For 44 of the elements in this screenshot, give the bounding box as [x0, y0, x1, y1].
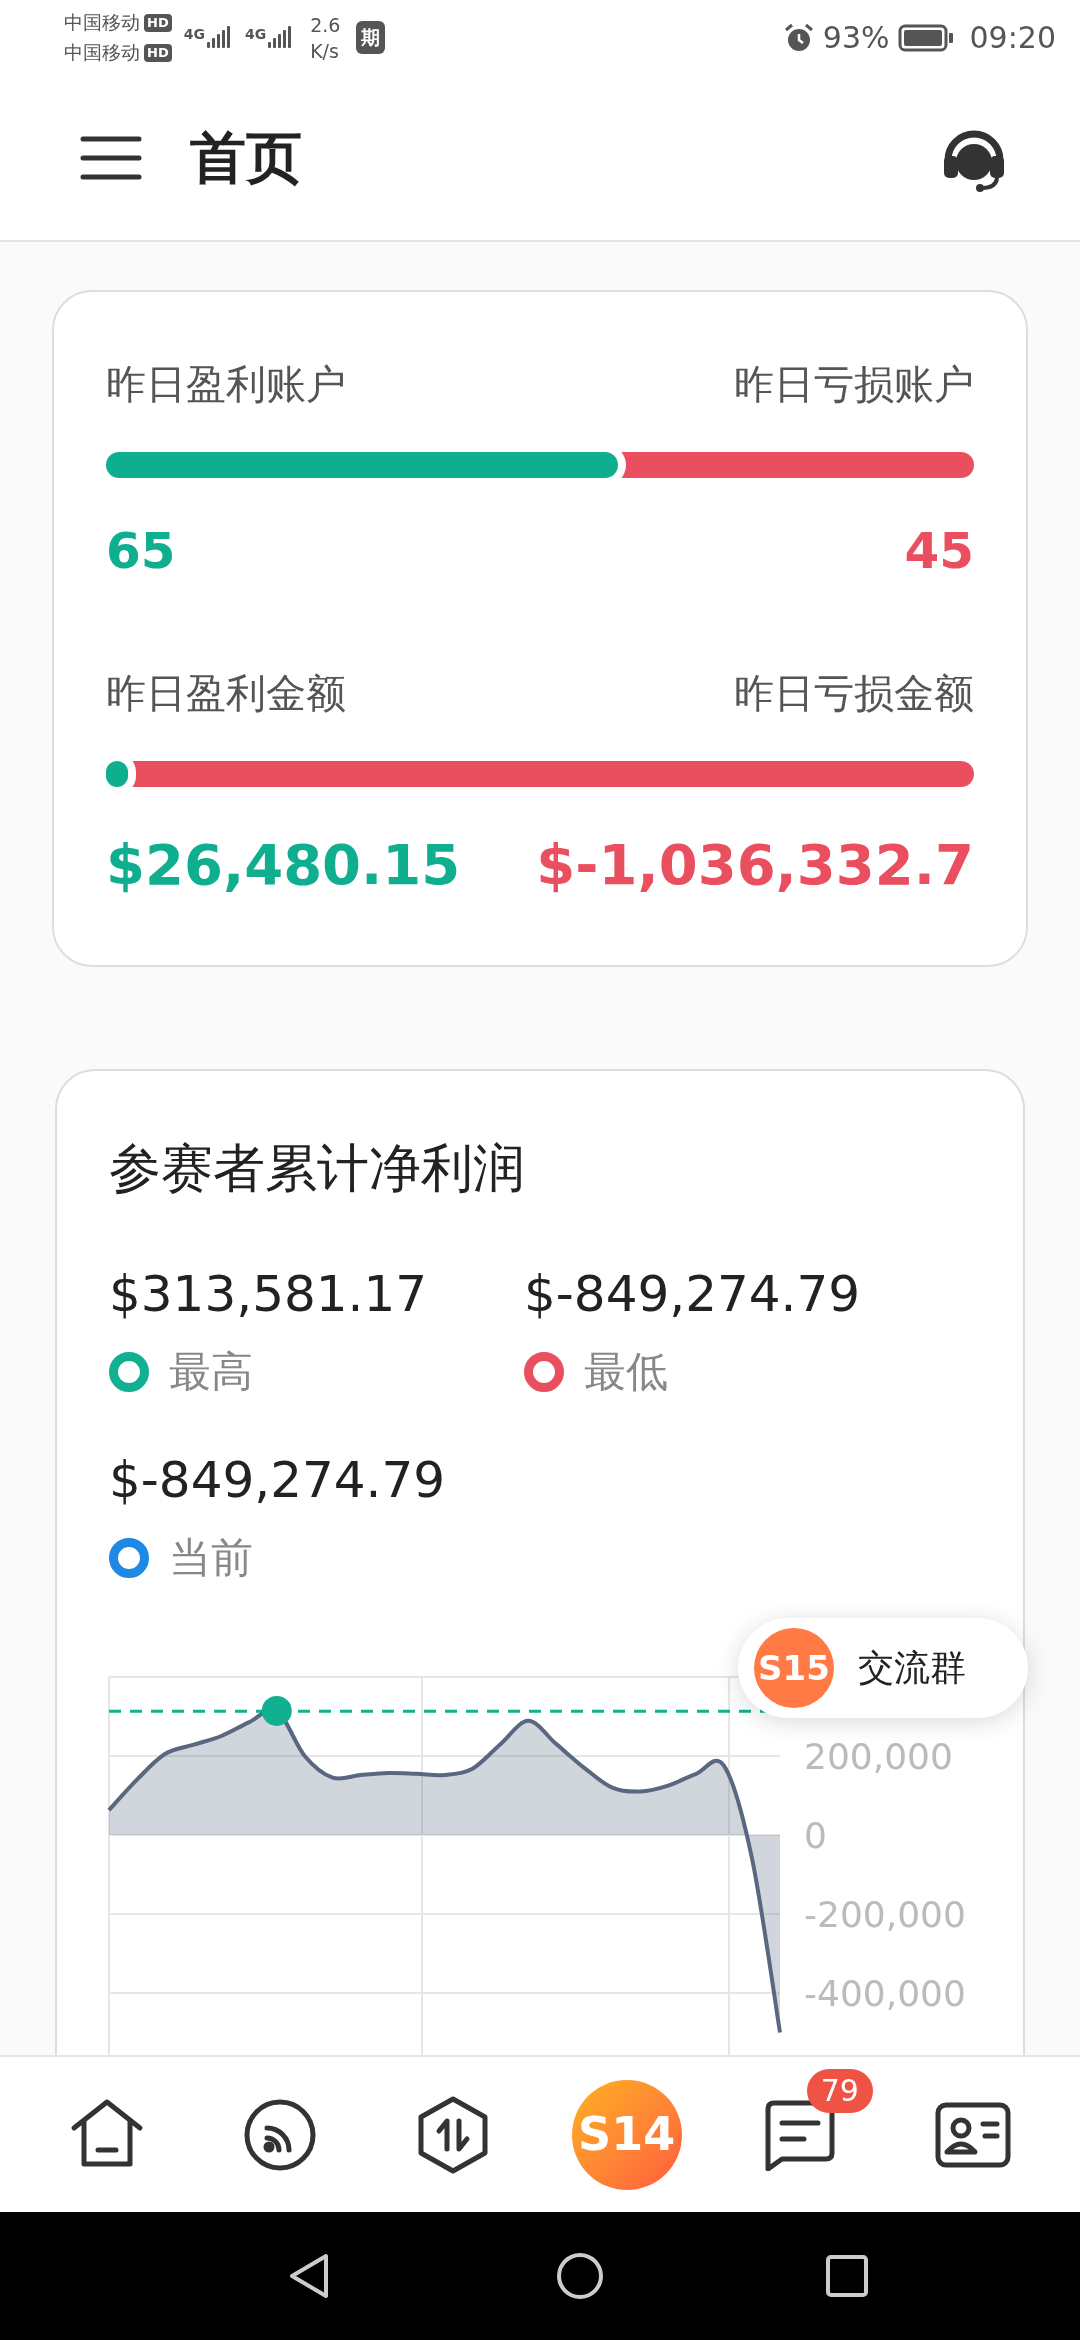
speed-unit: K/s: [310, 38, 340, 64]
hd-badge: HD: [144, 13, 172, 32]
feed-icon[interactable]: [243, 2097, 317, 2172]
profit-label: 昨日盈利账户: [106, 360, 346, 409]
axis-label: -400,000: [804, 1973, 966, 2014]
chat-group-button[interactable]: S15 交流群: [738, 1618, 1028, 1718]
menu-icon[interactable]: [80, 134, 142, 181]
hd-badge: HD: [144, 43, 172, 62]
loss-value: $-1,036,332.7: [536, 831, 974, 899]
battery-icon: [897, 23, 954, 52]
s15-logo: S15: [754, 1628, 834, 1708]
network-type: 4G: [244, 24, 267, 44]
page-title: 首页: [190, 123, 302, 192]
speed-value: 2.6: [310, 12, 341, 38]
loss-value: 45: [904, 521, 974, 582]
axis-label: -200,000: [804, 1894, 966, 1935]
loss-label: 昨日亏损账户: [734, 360, 974, 409]
card-title: 参赛者累计净利润: [108, 1137, 526, 1200]
carrier-name: 中国移动: [64, 40, 140, 66]
carrier-name: 中国移动: [64, 10, 140, 36]
contact-card-icon[interactable]: [935, 2101, 1012, 2168]
stat-value: $-849,274.79: [109, 1450, 447, 1511]
clock: 09:20: [969, 19, 1056, 57]
alarm-icon: [782, 21, 815, 54]
profit-value: $26,480.15: [106, 831, 461, 899]
unread-badge: 79: [806, 2068, 873, 2113]
home-icon[interactable]: [556, 2252, 604, 2300]
battery-percent: 93%: [822, 19, 890, 57]
profit-value: 65: [106, 521, 176, 582]
app-badge: 期: [356, 21, 386, 54]
max-marker: [261, 1695, 292, 1726]
axis-label: 200,000: [804, 1736, 953, 1777]
recents-icon[interactable]: [826, 2255, 868, 2297]
swap-icon[interactable]: [417, 2094, 490, 2175]
network-type: 4G: [183, 24, 205, 44]
stat-label: 最高: [169, 1346, 253, 1398]
stat-label: 当前: [169, 1532, 253, 1584]
stat-label: 最低: [584, 1346, 668, 1398]
stat-value: $-849,274.79: [524, 1264, 862, 1325]
profit-label: 昨日盈利金额: [106, 669, 346, 718]
loss-label: 昨日亏损金额: [734, 669, 974, 718]
stat-value: $313,581.17: [109, 1264, 429, 1325]
back-icon[interactable]: [288, 2252, 330, 2300]
axis-label: 0: [804, 1815, 827, 1856]
